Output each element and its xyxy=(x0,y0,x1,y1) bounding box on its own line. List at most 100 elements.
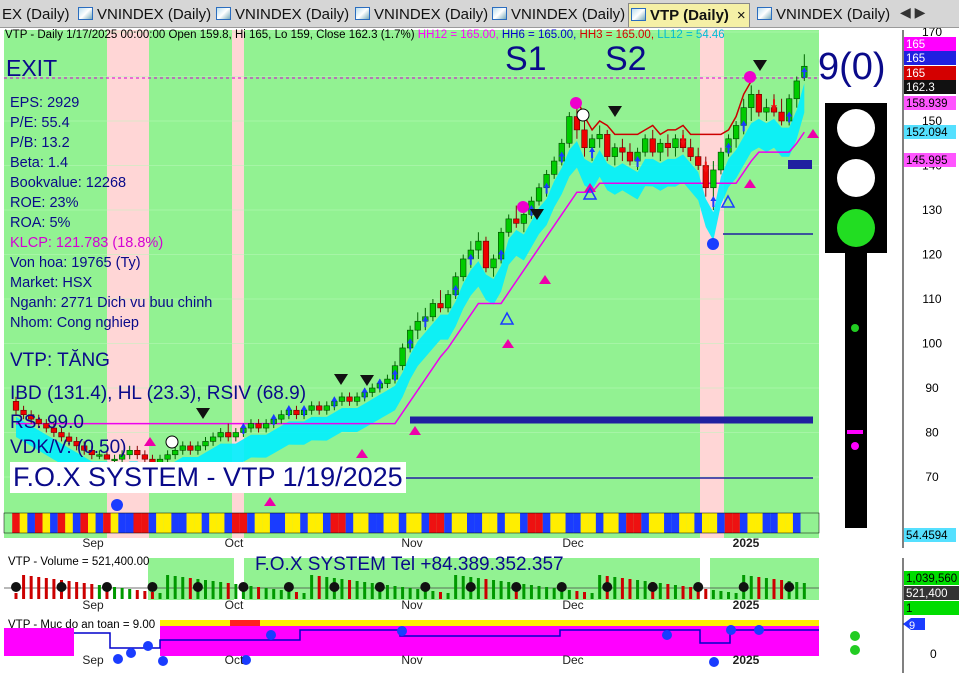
chart-icon xyxy=(216,7,231,20)
volume-bar xyxy=(287,591,291,599)
strip-cell xyxy=(239,513,248,533)
strip-cell xyxy=(232,513,240,533)
candle-body xyxy=(187,445,194,451)
safety-dot xyxy=(709,657,719,667)
volume-bar xyxy=(552,588,556,599)
candle-body xyxy=(566,116,573,144)
strip-cell xyxy=(504,513,513,533)
strip-cell xyxy=(110,513,119,533)
volume-bar xyxy=(113,587,117,599)
candle-body xyxy=(308,405,315,411)
candle-body xyxy=(179,445,186,451)
strip-cell xyxy=(201,513,210,533)
strip-cell xyxy=(398,513,407,533)
volume-dot xyxy=(147,582,158,592)
tab-6[interactable]: VNINDEX (Daily) xyxy=(755,3,895,27)
tab-scroll-icon[interactable]: ◀ ▶ xyxy=(900,4,925,21)
volume-bar xyxy=(658,583,662,599)
safety-dot xyxy=(266,630,276,640)
chart-icon xyxy=(757,7,772,20)
volume-badge-label: 1 xyxy=(906,603,912,615)
volume-bar xyxy=(704,589,708,599)
price-tick-label: 130 xyxy=(922,203,942,217)
trend-label: VTP: TĂNG xyxy=(10,350,110,371)
month-label: Nov xyxy=(401,536,422,550)
volume-dot xyxy=(602,582,613,592)
candle-body xyxy=(225,432,232,438)
strip-cell xyxy=(247,513,255,533)
price-tick-label: 110 xyxy=(922,292,941,306)
tab-1[interactable]: VNINDEX (Daily) xyxy=(76,3,226,27)
month-label: Sep xyxy=(82,653,104,667)
volume-bar xyxy=(590,593,594,599)
strip-cell xyxy=(671,513,680,533)
price-badge-label: 158.939 xyxy=(906,98,948,110)
strip-cell xyxy=(148,513,157,533)
volume-bar xyxy=(385,585,389,599)
volume-bar xyxy=(219,582,223,599)
candle-body xyxy=(551,160,558,175)
volume-bar xyxy=(211,581,215,599)
candle-body xyxy=(581,129,588,149)
candle-body xyxy=(316,405,323,411)
volume-badge-label: 1,039,560 xyxy=(906,573,957,585)
tab-4[interactable]: VNINDEX (Daily) xyxy=(490,3,630,27)
candle-body xyxy=(141,454,148,460)
strip-cell xyxy=(626,513,634,533)
strip-cell xyxy=(224,513,233,533)
price-badges: 165 165 165 162.3 158.939 152.094 145.995 54.45… xyxy=(904,37,956,542)
volume-bar xyxy=(689,587,693,599)
tab-5-active[interactable]: VTP (Daily) × xyxy=(628,3,750,27)
vdk-label: VDK/V: (0.50) xyxy=(10,437,127,458)
strip-cell xyxy=(724,513,733,533)
volume-dot xyxy=(192,582,203,592)
volume-bar xyxy=(325,577,329,599)
volume-bar xyxy=(204,580,207,599)
volume-header: VTP - Volume = 521,400.00 xyxy=(8,556,150,568)
tab-2[interactable]: VNINDEX (Daily) xyxy=(214,3,364,27)
strip-cell xyxy=(595,513,604,533)
safety-dot xyxy=(726,625,736,635)
strip-cell xyxy=(679,513,687,533)
candle-body xyxy=(353,396,361,402)
tab-label: VTP (Daily) xyxy=(650,7,729,24)
strip-cell xyxy=(588,513,596,533)
volume-bar xyxy=(340,579,344,599)
strip-cell xyxy=(785,513,793,533)
strip-cell xyxy=(133,513,142,533)
candle-body xyxy=(748,94,755,108)
strip-cell xyxy=(474,513,483,533)
candle-body xyxy=(710,169,717,189)
tab-3[interactable]: VNINDEX (Daily) xyxy=(353,3,493,27)
strip-cell xyxy=(656,513,665,533)
close-icon[interactable]: × xyxy=(737,7,746,24)
volume-bar xyxy=(22,575,26,599)
candle-body xyxy=(437,303,444,309)
volume-bar xyxy=(355,581,359,599)
zero-dot xyxy=(165,435,179,449)
candle-body xyxy=(642,138,649,153)
price-tick-label: 100 xyxy=(922,337,942,351)
strip-cell xyxy=(171,513,179,533)
strip-cell xyxy=(732,513,740,533)
safety-dot xyxy=(113,654,123,664)
volume-bar xyxy=(529,585,533,599)
chart-area[interactable]: 170160150140130120110100908070 165165165… xyxy=(0,28,959,673)
volume-bar xyxy=(431,591,435,599)
price-badge-label: 165 xyxy=(906,53,925,65)
candle-body xyxy=(414,320,421,331)
candle-body xyxy=(217,432,224,438)
volume-bar xyxy=(143,591,147,599)
strip-cell xyxy=(34,513,43,533)
volume-bar xyxy=(673,585,677,599)
strip-cell xyxy=(611,513,619,533)
candle-body xyxy=(338,396,346,402)
fundamental-line: Nhom: Cong nghiep xyxy=(10,315,139,331)
tab-0[interactable]: EX (Daily) xyxy=(0,3,70,27)
exit-label: EXIT xyxy=(6,55,58,81)
candle-body xyxy=(588,138,596,149)
volume-bar xyxy=(173,576,177,599)
volume-bar xyxy=(181,577,185,599)
price-badge-label: 152.094 xyxy=(906,127,948,139)
fundamental-line: ROE: 23% xyxy=(10,195,79,211)
